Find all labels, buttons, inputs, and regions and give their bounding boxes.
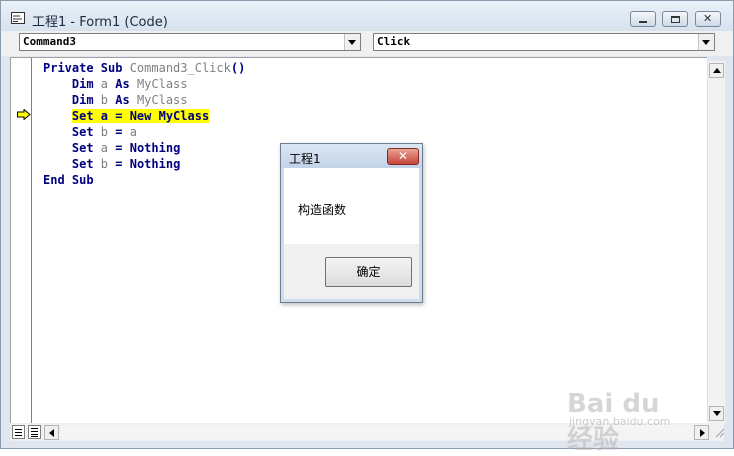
procedure-dropdown-arrow[interactable] (698, 34, 714, 50)
close-icon: ✕ (398, 149, 409, 163)
full-module-view-button[interactable] (28, 425, 41, 439)
code-window-icon (11, 12, 25, 24)
full-module-view-icon-line (31, 436, 38, 437)
code-token: b (100, 157, 109, 171)
code-line[interactable]: Set b = a (43, 124, 137, 140)
current-statement-highlight: Set a = New MyClass (71, 109, 210, 123)
resize-grip-icon[interactable] (713, 426, 725, 438)
code-token: Nothing (129, 141, 181, 155)
code-line[interactable]: Private Sub Command3_Click() (43, 60, 245, 76)
code-line[interactable]: Set a = Nothing (43, 140, 180, 156)
arrow-up-icon (713, 68, 721, 73)
full-module-view-icon-line (31, 431, 38, 432)
dialog-title: 工程1 (289, 152, 321, 166)
arrow-down-icon (713, 411, 721, 416)
code-token: = (108, 157, 130, 171)
vertical-scrollbar[interactable] (707, 61, 725, 423)
minimize-button[interactable] (630, 11, 656, 27)
close-button[interactable]: ✕ (695, 11, 721, 27)
dropdown-bar: Command3 Click (1, 31, 733, 56)
code-token: Private Sub (43, 61, 130, 75)
code-token: a (100, 141, 109, 155)
ok-button[interactable]: 确定 (325, 257, 412, 287)
full-module-view-icon (31, 428, 38, 429)
execution-pointer-icon (17, 109, 31, 120)
title-bar[interactable]: 工程1 - Form1 (Code) ✕ (1, 1, 733, 31)
chevron-down-icon (702, 40, 710, 45)
procedure-dropdown[interactable]: Click (373, 33, 715, 51)
minimize-icon (639, 21, 647, 23)
watermark-subtext: jingyan.baidu.com (569, 415, 671, 428)
code-line[interactable]: Dim b As MyClass (43, 92, 188, 108)
code-token: Dim (43, 93, 101, 107)
code-token: MyClass (136, 77, 188, 91)
procedure-view-icon (15, 429, 22, 430)
code-token: MyClass (136, 93, 188, 107)
code-token: Set (43, 125, 101, 139)
dialog-title-bar[interactable]: 工程1 ✕ (281, 144, 422, 168)
code-window: 工程1 - Form1 (Code) ✕ Command3 Click Priv… (0, 0, 734, 455)
dialog-message: 构造函数 (298, 203, 347, 217)
code-token: Set (43, 157, 101, 171)
code-token: Nothing (129, 157, 181, 171)
code-line[interactable]: End Sub (43, 172, 94, 188)
code-token: Set (43, 141, 101, 155)
scroll-right-button[interactable] (694, 425, 709, 440)
code-token: Command3_Click (129, 61, 231, 75)
code-line[interactable]: Set b = Nothing (43, 156, 180, 172)
procedure-view-icon-line (15, 432, 22, 433)
object-dropdown-value: Command3 (23, 35, 76, 48)
procedure-view-icon-line (15, 435, 22, 436)
code-token: b (100, 125, 109, 139)
code-token: = (108, 125, 130, 139)
code-token: End Sub (43, 173, 94, 187)
code-token: a (100, 77, 109, 91)
procedure-view-button[interactable] (12, 425, 25, 439)
code-token: Dim (43, 77, 101, 91)
watermark: Bai du 经验 jingyan.baidu.com (563, 369, 693, 455)
scroll-up-button[interactable] (709, 63, 724, 78)
arrow-right-icon (700, 429, 705, 437)
arrow-left-icon (49, 429, 54, 437)
full-module-view-icon-line (31, 434, 38, 435)
code-token: a (129, 125, 137, 139)
message-box-dialog: 工程1 ✕ 构造函数 确定 (280, 143, 423, 303)
code-token: () (230, 61, 246, 75)
code-token: As (108, 77, 137, 91)
dialog-body: 构造函数 (284, 168, 419, 244)
window-title: 工程1 - Form1 (Code) (32, 15, 168, 30)
dialog-close-button[interactable]: ✕ (387, 148, 419, 165)
code-token: As (108, 93, 137, 107)
object-dropdown[interactable]: Command3 (19, 33, 361, 51)
code-line[interactable]: Dim a As MyClass (43, 76, 188, 92)
chevron-down-icon (348, 40, 356, 45)
restore-button[interactable] (662, 11, 688, 27)
code-line[interactable]: Set a = New MyClass (43, 108, 210, 124)
close-icon: ✕ (703, 12, 713, 25)
code-token: b (100, 93, 109, 107)
object-dropdown-arrow[interactable] (344, 34, 360, 50)
restore-icon (671, 16, 680, 23)
procedure-dropdown-value: Click (377, 35, 411, 48)
margin-indicator-bar[interactable] (11, 58, 32, 424)
code-token: = (108, 141, 130, 155)
scroll-left-button[interactable] (44, 425, 59, 440)
dialog-footer: 确定 (284, 244, 419, 299)
scroll-down-button[interactable] (709, 406, 724, 421)
